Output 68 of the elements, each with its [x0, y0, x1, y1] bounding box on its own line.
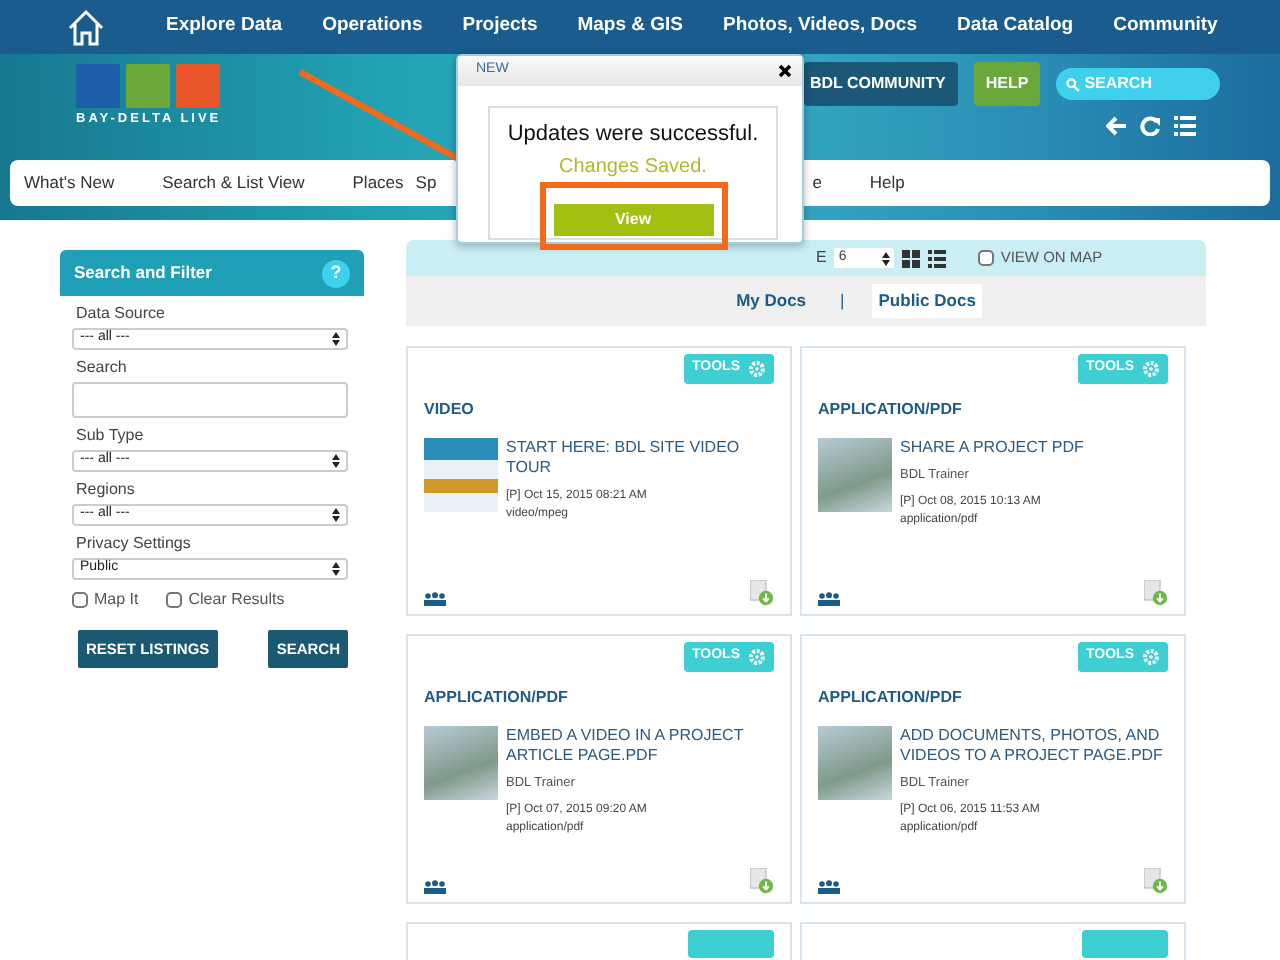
toolbar-label: E: [816, 246, 827, 270]
file-download-icon[interactable]: [750, 580, 774, 606]
video-thumbnail[interactable]: [424, 437, 498, 511]
document-title[interactable]: SHARE A PROJECT PDF: [900, 437, 1084, 457]
search-input[interactable]: SEARCH: [1080, 72, 1201, 96]
back-arrow-icon[interactable]: [1106, 116, 1128, 136]
file-download-icon[interactable]: [1144, 868, 1168, 894]
gear-icon: [1142, 359, 1160, 378]
checkbox-label: Map It: [94, 588, 139, 612]
tab[interactable]: Public Docs: [872, 284, 982, 318]
refresh-icon[interactable]: [1140, 116, 1162, 136]
nav-link[interactable]: Projects: [462, 12, 538, 42]
nav-link[interactable]: e: [812, 170, 822, 196]
document-title[interactable]: START HERE: BDL SITE VIDEO TOUR: [506, 437, 774, 477]
nav-link[interactable]: Maps & GIS: [577, 12, 684, 42]
home-icon[interactable]: [66, 8, 106, 46]
checkbox[interactable]: [978, 250, 995, 266]
field-label: Regions: [76, 478, 137, 502]
document-type: VIDEO: [424, 397, 476, 421]
file-download-icon[interactable]: [750, 868, 774, 894]
grid-view-icon[interactable]: [902, 249, 921, 267]
list-icon[interactable]: [1174, 116, 1196, 136]
document-type: APPLICATION/PDF: [818, 397, 964, 421]
document-type: APPLICATION/PDF: [818, 685, 964, 709]
nav-link[interactable]: What's New: [24, 170, 115, 196]
field-label: Search: [76, 356, 129, 380]
group-icon[interactable]: [818, 592, 840, 606]
checkbox[interactable]: [72, 592, 88, 608]
tab[interactable]: My Docs: [730, 284, 813, 318]
checkbox[interactable]: [166, 592, 183, 608]
nav-link[interactable]: Community: [1113, 12, 1218, 42]
nav-link[interactable]: Operations: [322, 12, 423, 42]
gear-icon: [748, 359, 766, 378]
nav-link[interactable]: Help: [869, 170, 905, 196]
document-title[interactable]: EMBED A VIDEO IN A PROJECT ARTICLE PAGE.PDF: [506, 725, 774, 765]
select-arrows-icon: [332, 454, 340, 468]
file-download-icon[interactable]: [1144, 580, 1168, 606]
select-arrows-icon: [882, 251, 891, 265]
tab-separator: |: [840, 288, 845, 314]
select-arrows-icon: [332, 508, 340, 522]
select-arrows-icon: [332, 562, 340, 576]
text-field[interactable]: [72, 382, 348, 418]
search-icon: [1066, 77, 1081, 91]
nav-link[interactable]: Sp: [415, 170, 437, 196]
group-icon[interactable]: [424, 880, 446, 894]
group-icon[interactable]: [818, 880, 840, 894]
search-field[interactable]: SEARCH: [1056, 68, 1221, 100]
community-button[interactable]: BDL COMMUNITY: [804, 62, 958, 106]
nav-link[interactable]: Explore Data: [166, 12, 283, 42]
field-label: Privacy Settings: [76, 532, 193, 556]
checkbox-label: Clear Results: [188, 588, 285, 612]
saved-status: Changes Saved.: [557, 153, 709, 181]
list-view-icon[interactable]: [928, 249, 947, 267]
nav-link[interactable]: Search & List View: [162, 170, 305, 196]
field-label: Sub Type: [76, 424, 146, 448]
success-message: Updates were successful.: [505, 120, 761, 150]
gear-icon: [748, 647, 766, 666]
nav-link[interactable]: Places: [352, 170, 404, 196]
field-label: Data Source: [76, 302, 167, 326]
group-icon[interactable]: [424, 592, 446, 606]
nav-link[interactable]: Photos, Videos, Docs: [723, 12, 917, 42]
nav-link[interactable]: Data Catalog: [957, 12, 1074, 42]
select-arrows-icon: [332, 332, 340, 346]
panel-title: Search and Filter: [74, 260, 212, 286]
gear-icon: [1142, 647, 1160, 666]
document-type: APPLICATION/PDF: [424, 685, 570, 709]
document-title[interactable]: ADD DOCUMENTS, PHOTOS, AND VIDEOS TO A PROJECT PAGE.PDF: [900, 725, 1168, 765]
close-icon[interactable]: [778, 64, 792, 78]
